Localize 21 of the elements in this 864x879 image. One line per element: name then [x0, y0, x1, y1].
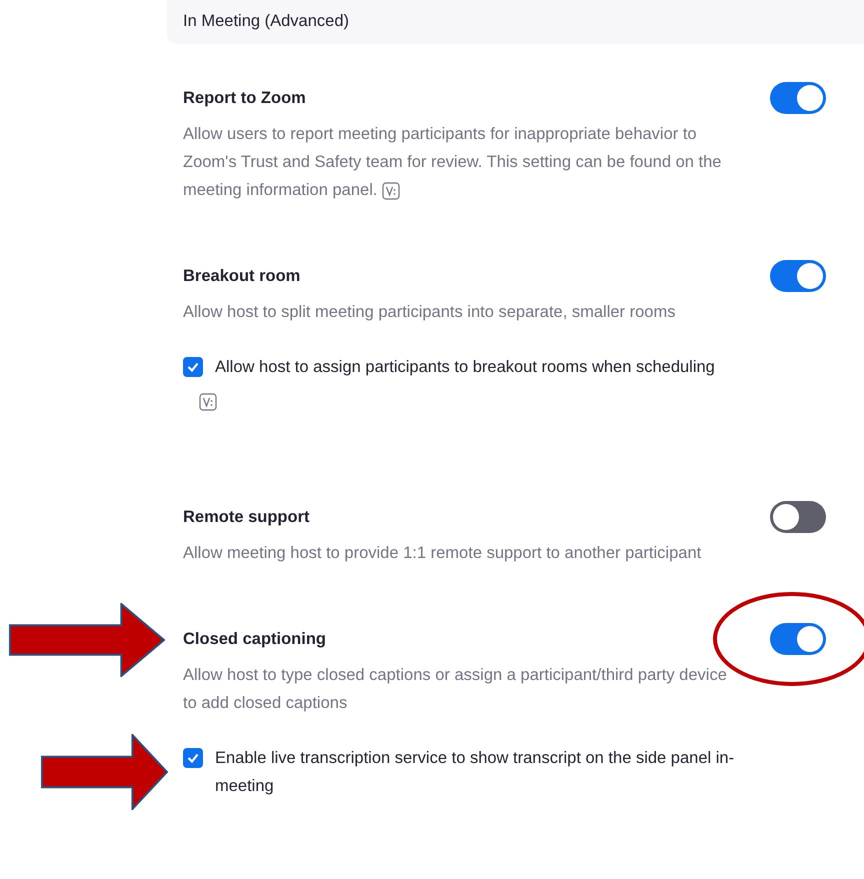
setting-description: Allow host to type closed captions or assign a participant/third party device to add closed captions — [183, 665, 728, 714]
option-label: Enable live transcription service to show transcript on the side panel in-meeting — [215, 748, 736, 797]
section-title: In Meeting (Advanced) — [183, 12, 350, 30]
letter-v-icon[interactable] — [199, 393, 217, 411]
setting-title: Closed captioning — [183, 629, 326, 650]
setting-description: Allow users to report meeting participants for inappropriate behavior to Zoom's Trust and Safety team for review. This setting can be found on the meeting information panel. — [183, 124, 722, 202]
toggle-switch[interactable] — [770, 623, 826, 655]
setting-title: Remote support — [183, 507, 310, 528]
setting-title: Report to Zoom — [183, 88, 306, 109]
toggle-switch[interactable] — [770, 82, 826, 114]
toggle-switch[interactable] — [770, 501, 826, 533]
checkbox[interactable] — [183, 748, 203, 768]
toggle-switch[interactable] — [770, 260, 826, 292]
setting-description: Allow meeting host to provide 1:1 remote support to another participant — [183, 543, 702, 564]
option-label: Allow host to assign participants to breakout rooms when scheduling — [215, 357, 716, 378]
setting-title: Breakout room — [183, 266, 300, 287]
letter-v-icon[interactable] — [382, 182, 400, 200]
checkbox[interactable] — [183, 357, 203, 377]
check-icon — [186, 751, 200, 765]
setting-description: Allow host to split meeting participants into separate, smaller rooms — [183, 302, 676, 323]
check-icon — [186, 360, 200, 374]
